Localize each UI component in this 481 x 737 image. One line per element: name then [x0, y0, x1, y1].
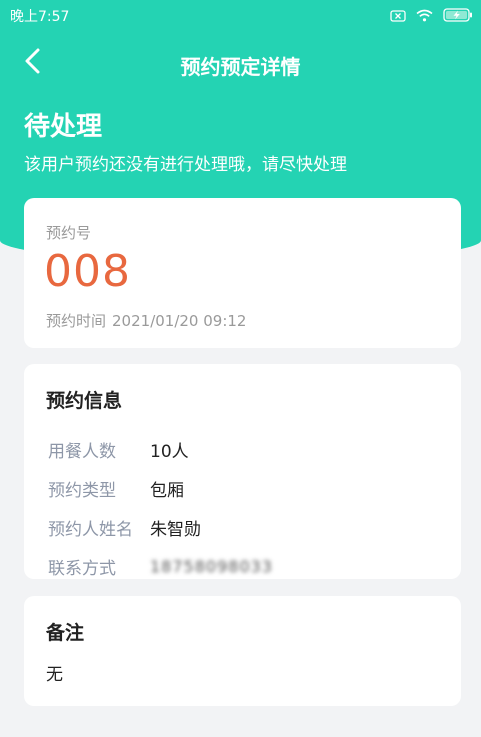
reservation-time-label: 预约时间: [46, 312, 107, 330]
status-icons: [390, 7, 473, 26]
info-row-type: 预约类型 包厢: [48, 469, 448, 508]
nav-bar: 预约预定详情: [0, 30, 481, 96]
status-time: 晚上7:57: [10, 9, 70, 25]
info-row-diners: 用餐人数 10人: [48, 430, 448, 469]
reservation-time-value: 2021/01/20 09:12: [112, 312, 247, 330]
reservation-number-card: 预约号 008 预约时间 2021/01/20 09:12: [24, 198, 461, 348]
page-title: 预约预定详情: [180, 55, 301, 79]
info-value: 10人: [150, 442, 189, 462]
reservation-info-card: 预约信息 用餐人数 10人 预约类型 包厢 预约人姓名 朱智勋 联系方式 187…: [24, 364, 461, 579]
info-row-name: 预约人姓名 朱智勋: [48, 508, 448, 547]
note-card: 备注 无: [24, 596, 461, 706]
info-row-contact: 联系方式 18758098033: [48, 547, 448, 586]
info-card-title: 预约信息: [46, 390, 123, 412]
close-box-icon: [390, 7, 406, 26]
battery-charging-icon: [443, 7, 473, 26]
info-label: 联系方式: [48, 559, 116, 579]
reservation-number-label: 预约号: [46, 224, 92, 242]
status-heading: 待处理: [24, 112, 103, 142]
contact-phone: 18758098033: [150, 557, 273, 576]
info-value: 朱智勋: [150, 520, 201, 540]
info-label: 预约类型: [48, 481, 116, 501]
note-card-title: 备注: [46, 622, 85, 644]
note-text: 无: [46, 665, 63, 685]
info-value: 包厢: [150, 481, 184, 501]
status-description: 该用户预约还没有进行处理哦，请尽快处理: [24, 155, 347, 175]
reservation-time: 预约时间 2021/01/20 09:12: [46, 310, 252, 331]
info-label: 预约人姓名: [48, 520, 133, 540]
info-list: 用餐人数 10人 预约类型 包厢 预约人姓名 朱智勋 联系方式 18758098…: [48, 430, 448, 586]
wifi-icon: [416, 7, 433, 26]
reservation-number: 008: [44, 246, 131, 297]
info-label: 用餐人数: [48, 442, 116, 462]
status-bar: 晚上7:57: [0, 0, 481, 30]
